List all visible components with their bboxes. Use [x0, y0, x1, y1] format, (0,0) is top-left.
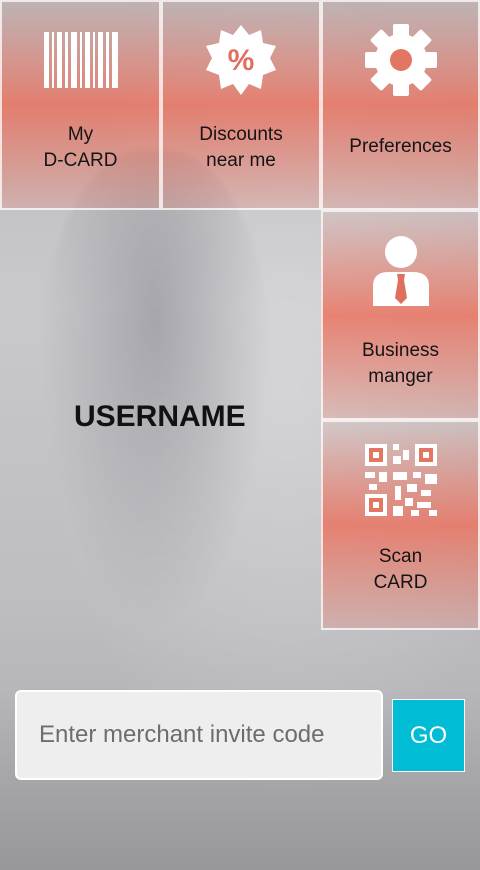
tile-discounts-near-me[interactable]: % Discounts near me	[161, 0, 321, 210]
tile-label-scan: Scan CARD	[373, 546, 428, 593]
merchant-invite-code-input[interactable]	[15, 690, 383, 780]
qr-code-icon	[364, 440, 437, 520]
tile-business-manager[interactable]: Business manger	[321, 210, 480, 420]
tile-label-business: Business manger	[361, 340, 440, 387]
tile-scan-card[interactable]: Scan CARD	[321, 420, 480, 630]
tile-label-preferences: Preferences	[349, 136, 452, 157]
businessman-icon	[371, 230, 431, 310]
tile-my-dcard[interactable]: My D-CARD	[0, 0, 161, 210]
go-button[interactable]: GO	[392, 699, 465, 772]
percent-badge-icon: %	[204, 20, 278, 100]
barcode-icon	[43, 20, 118, 100]
gear-icon	[364, 20, 438, 100]
tile-label-discounts: Discounts near me	[199, 124, 283, 171]
username-label: USERNAME	[74, 400, 246, 433]
tile-label-dcard: My D-CARD	[43, 124, 118, 171]
background-girl-figure	[40, 150, 270, 630]
svg-text:%: %	[228, 44, 255, 77]
tile-preferences[interactable]: Preferences	[321, 0, 480, 210]
